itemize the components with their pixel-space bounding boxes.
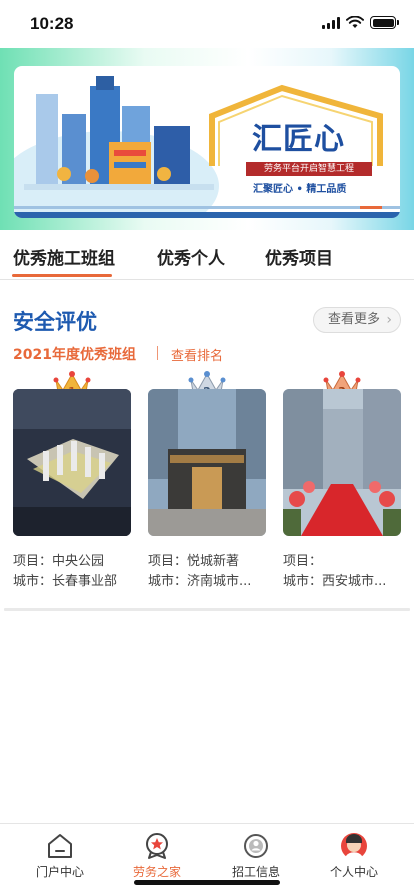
banner-stripes (14, 206, 400, 218)
category-tabs: 优秀施工班组 优秀个人 优秀项目 (0, 236, 414, 280)
nav-item-portal[interactable]: 门户中心 (10, 832, 110, 880)
banner-title: 汇匠心 (252, 122, 345, 157)
banner-slogan: 汇聚匠心 • 精工品质 (253, 184, 347, 195)
active-tab-indicator (12, 274, 112, 277)
section-divider (4, 608, 410, 611)
cellular-signal-icon (322, 16, 340, 29)
section-subtitle: 2021年度优秀班组 (13, 347, 136, 363)
home-indicator (134, 880, 280, 885)
banner-subtitle: 劳务平台开启智慧工程 (246, 162, 372, 176)
card-project: 项目：悦城新著 (148, 554, 240, 569)
nav-label: 门户中心 (35, 865, 84, 879)
view-ranking-link[interactable]: 查看排名 (171, 345, 223, 364)
nav-item-profile[interactable]: 个人中心 (304, 832, 404, 880)
team-card[interactable]: 2 项目：悦城新著 城市：济南城市... (148, 370, 266, 600)
home-icon (48, 834, 72, 858)
nav-label: 个人中心 (329, 865, 378, 879)
card-city: 城市：济南城市... (148, 574, 252, 589)
chevron-right-icon: › (386, 312, 392, 328)
view-more-button[interactable]: 查看更多 › (313, 307, 401, 333)
status-icons (322, 16, 399, 29)
tab-excellent-team[interactable]: 优秀施工班组 (13, 244, 115, 269)
project-photo (148, 389, 266, 536)
wifi-icon (346, 16, 364, 28)
status-time: 10:28 (30, 14, 74, 33)
recruit-icon (244, 834, 268, 858)
card-project: 项目：中央公园 (13, 554, 105, 569)
battery-icon (370, 16, 399, 29)
bottom-navigation: 门户中心 劳务之家 招工信息 个人中心 (0, 823, 414, 896)
tab-excellent-project[interactable]: 优秀项目 (265, 244, 333, 269)
card-city: 城市：西安城市... (283, 574, 387, 589)
star-badge-icon (146, 833, 168, 859)
status-bar: 10:28 (0, 0, 414, 48)
divider (157, 346, 158, 360)
card-project: 项目： (283, 554, 323, 569)
nav-item-recruit[interactable]: 招工信息 (206, 832, 306, 880)
section-title: 安全评优 (13, 310, 97, 334)
team-card[interactable]: 3 项目： 城市：西安城市... (283, 370, 401, 600)
avatar-icon (341, 833, 367, 859)
card-city: 城市：长春事业部 (13, 574, 118, 589)
project-photo (13, 389, 131, 536)
project-photo (283, 389, 401, 536)
tab-excellent-individual[interactable]: 优秀个人 (157, 244, 225, 269)
view-more-label: 查看更多 (328, 312, 381, 327)
nav-item-labor-home[interactable]: 劳务之家 (107, 832, 207, 880)
nav-label: 招工信息 (231, 865, 280, 879)
team-card[interactable]: 1 项目：中央公园 城市：长春事业部 (13, 370, 131, 600)
nav-label: 劳务之家 (132, 865, 181, 879)
